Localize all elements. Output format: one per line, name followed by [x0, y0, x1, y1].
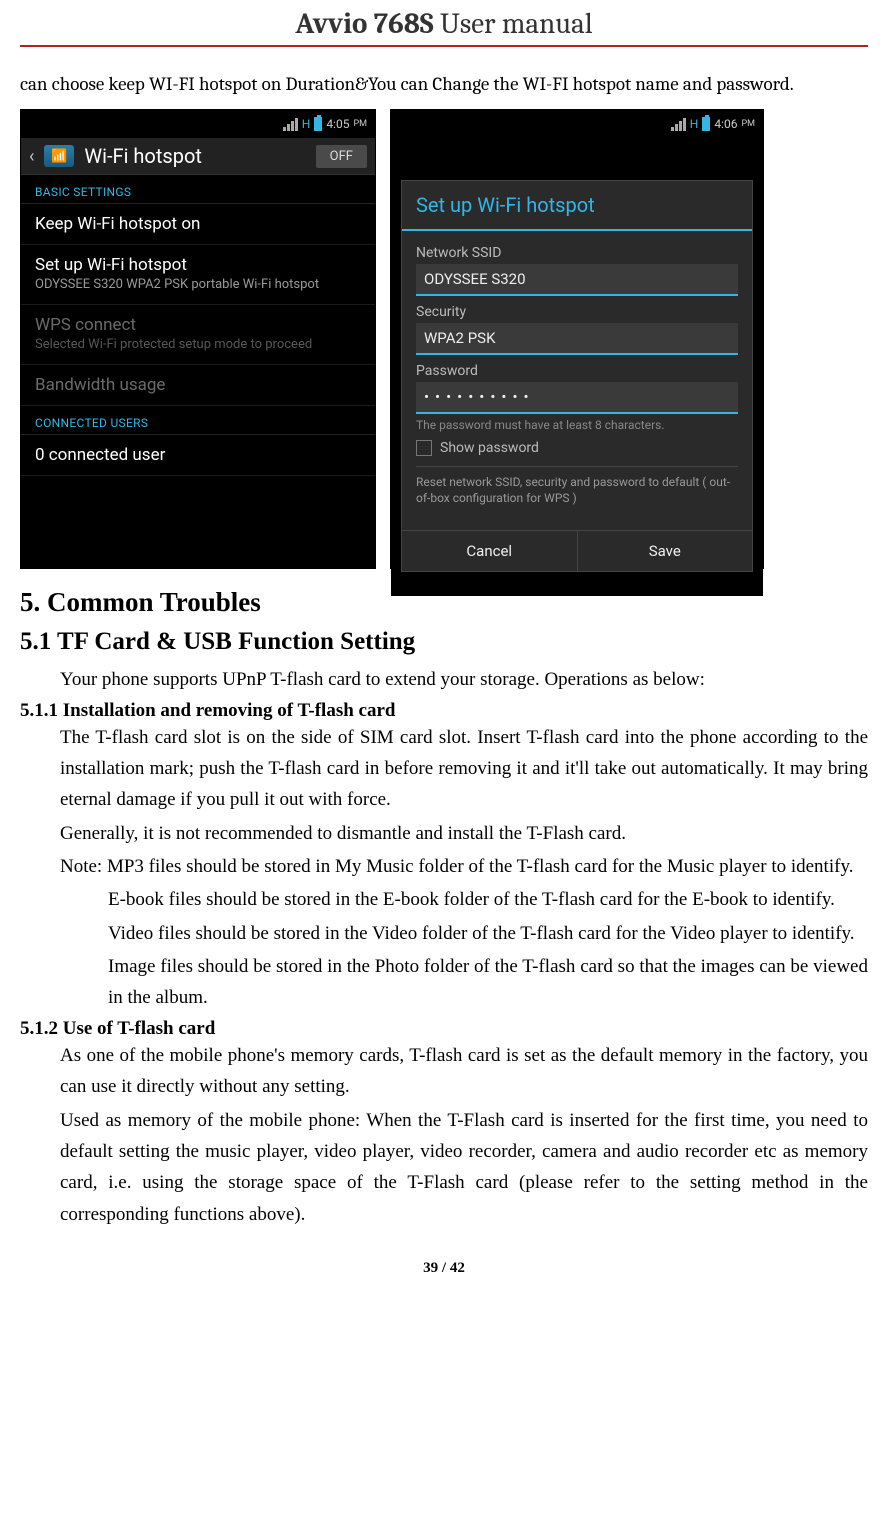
- signal-icon: [671, 118, 686, 131]
- heading-5-1-1: 5.1.1 Installation and removing of T-fla…: [20, 700, 868, 722]
- row-label: 0 connected user: [35, 445, 361, 465]
- checkbox-show-password[interactable]: Show password: [416, 440, 738, 456]
- checkbox-label: Show password: [440, 440, 539, 456]
- status-bar: H 4:05 PM: [21, 110, 375, 138]
- row-sublabel: ODYSSEE S320 WPA2 PSK portable Wi-Fi hot…: [35, 277, 361, 294]
- cancel-button[interactable]: Cancel: [402, 531, 578, 571]
- row-connected-users[interactable]: 0 connected user: [21, 435, 375, 476]
- row-keep-hotspot-on[interactable]: Keep Wi-Fi hotspot on: [21, 204, 375, 245]
- input-ssid[interactable]: ODYSSEE S320: [416, 264, 738, 296]
- battery-icon: [702, 117, 710, 131]
- intro-paragraph: can choose keep WI-FI hotspot on Duratio…: [20, 69, 868, 99]
- section-connected-users: CONNECTED USERS: [21, 406, 375, 435]
- paragraph: Your phone supports UPnP T-flash card to…: [60, 664, 868, 695]
- screenshot-wifi-hotspot-settings: H 4:05 PM ‹ 📶 Wi-Fi hotspot OFF BASIC SE…: [20, 109, 376, 569]
- title-light: User manual: [434, 8, 593, 41]
- battery-icon: [314, 117, 322, 131]
- mobile-data-icon: H: [302, 117, 311, 131]
- paragraph: Used as memory of the mobile phone: When…: [60, 1105, 868, 1230]
- reset-defaults-text[interactable]: Reset network SSID, security and passwor…: [416, 466, 738, 506]
- page-number: 39 / 42: [20, 1260, 868, 1277]
- clock-time: 4:06: [714, 117, 737, 131]
- back-icon[interactable]: ‹: [29, 146, 34, 167]
- paragraph: As one of the mobile phone's memory card…: [60, 1040, 868, 1103]
- password-hint: The password must have at least 8 charac…: [416, 418, 738, 432]
- row-label: Keep Wi-Fi hotspot on: [35, 214, 361, 234]
- heading-5-1-2: 5.1.2 Use of T-flash card: [20, 1018, 868, 1040]
- signal-icon: [283, 118, 298, 131]
- hotspot-toggle[interactable]: OFF: [316, 145, 367, 168]
- clock-time: 4:05: [326, 117, 349, 131]
- paragraph: The T-flash card slot is on the side of …: [60, 722, 868, 816]
- label-password: Password: [416, 363, 738, 379]
- row-bandwidth-usage: Bandwidth usage: [21, 365, 375, 406]
- checkbox-box-icon: [416, 440, 432, 456]
- note-mp3: Note: MP3 files should be stored in My M…: [60, 851, 868, 882]
- save-button[interactable]: Save: [578, 531, 753, 571]
- paragraph: Generally, it is not recommended to dism…: [60, 818, 868, 849]
- setup-hotspot-dialog: Set up Wi-Fi hotspot Network SSID ODYSSE…: [401, 180, 753, 572]
- label-ssid: Network SSID: [416, 245, 738, 261]
- row-setup-hotspot[interactable]: Set up Wi-Fi hotspot ODYSSEE S320 WPA2 P…: [21, 245, 375, 305]
- title-bar: ‹ 📶 Wi-Fi hotspot OFF: [21, 138, 375, 175]
- dialog-backdrop: Set up Wi-Fi hotspot Network SSID ODYSSE…: [391, 138, 763, 596]
- section-basic-settings: BASIC SETTINGS: [21, 175, 375, 204]
- note-ebook: E-book files should be stored in the E-b…: [60, 884, 868, 915]
- wifi-hotspot-icon: 📶: [44, 145, 74, 167]
- row-sublabel: Selected Wi-Fi protected setup mode to p…: [35, 337, 361, 354]
- dialog-body: Network SSID ODYSSEE S320 Security WPA2 …: [402, 231, 752, 530]
- body-text: As one of the mobile phone's memory card…: [20, 1040, 868, 1230]
- note-image: Image files should be stored in the Phot…: [60, 951, 868, 1014]
- clock-ampm: PM: [741, 119, 755, 129]
- row-label: WPS connect: [35, 315, 361, 335]
- body-text: Your phone supports UPnP T-flash card to…: [20, 664, 868, 695]
- screenshots-row: H 4:05 PM ‹ 📶 Wi-Fi hotspot OFF BASIC SE…: [20, 109, 868, 569]
- screen-title: Wi-Fi hotspot: [84, 144, 305, 168]
- select-security[interactable]: WPA2 PSK: [416, 323, 738, 355]
- title-strong: Avvio 768S: [295, 8, 433, 41]
- mobile-data-icon: H: [690, 117, 699, 131]
- status-bar: H 4:06 PM: [391, 110, 763, 138]
- row-wps-connect: WPS connect Selected Wi-Fi protected set…: [21, 305, 375, 365]
- input-password[interactable]: ••••••••••: [416, 382, 738, 414]
- dialog-buttons: Cancel Save: [402, 530, 752, 571]
- heading-tf-card-usb: 5.1 TF Card & USB Function Setting: [20, 628, 868, 656]
- screenshot-setup-hotspot-dialog: H 4:06 PM Set up Wi-Fi hotspot Network S…: [390, 109, 764, 569]
- clock-ampm: PM: [353, 119, 367, 129]
- row-label: Bandwidth usage: [35, 375, 361, 395]
- body-text: The T-flash card slot is on the side of …: [20, 722, 868, 1014]
- dialog-title: Set up Wi-Fi hotspot: [402, 181, 752, 231]
- note-video: Video files should be stored in the Vide…: [60, 918, 868, 949]
- row-label: Set up Wi-Fi hotspot: [35, 255, 361, 275]
- document-header: Avvio 768S User manual: [20, 0, 868, 47]
- document-title: Avvio 768S User manual: [295, 8, 592, 41]
- label-security: Security: [416, 304, 738, 320]
